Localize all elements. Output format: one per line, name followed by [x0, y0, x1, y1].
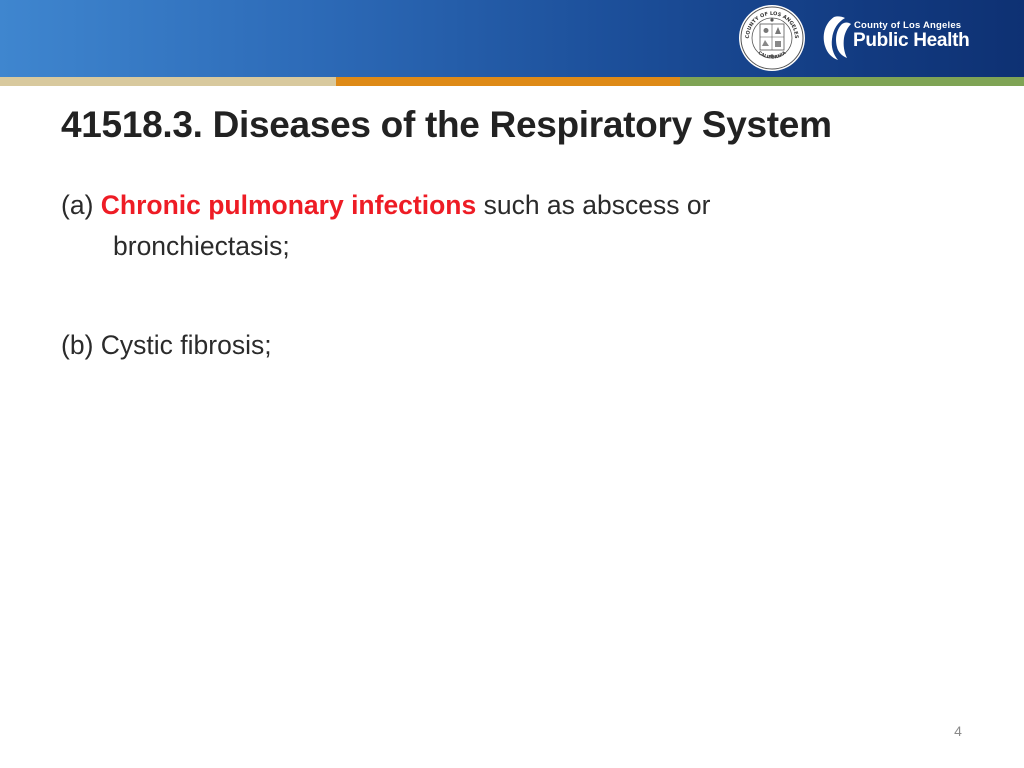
- stripe-segment-orange: [336, 77, 680, 86]
- public-health-logo: County of Los Angeles Public Health: [818, 12, 978, 64]
- accent-stripe: [0, 77, 1024, 86]
- item-b-text: Cystic fibrosis;: [100, 330, 272, 360]
- page-number: 4: [954, 723, 962, 739]
- item-a-highlight: Chronic pulmonary infections: [100, 190, 477, 220]
- item-b-label: (b): [61, 330, 94, 360]
- county-seal-icon: COUNTY OF LOS ANGELES CALIFORNIA: [739, 5, 805, 71]
- list-item-a: (a) Chronic pulmonary infections such as…: [61, 185, 873, 267]
- stripe-segment-green: [680, 77, 1024, 86]
- list-item-b: (b) Cystic fibrosis;: [61, 325, 873, 366]
- stripe-segment-tan: [0, 77, 336, 86]
- logo-big-text: Public Health: [853, 30, 970, 51]
- slide-title: 41518.3. Diseases of the Respiratory Sys…: [61, 104, 832, 145]
- item-a-label: (a): [61, 190, 94, 220]
- public-health-mark-icon: [823, 16, 851, 60]
